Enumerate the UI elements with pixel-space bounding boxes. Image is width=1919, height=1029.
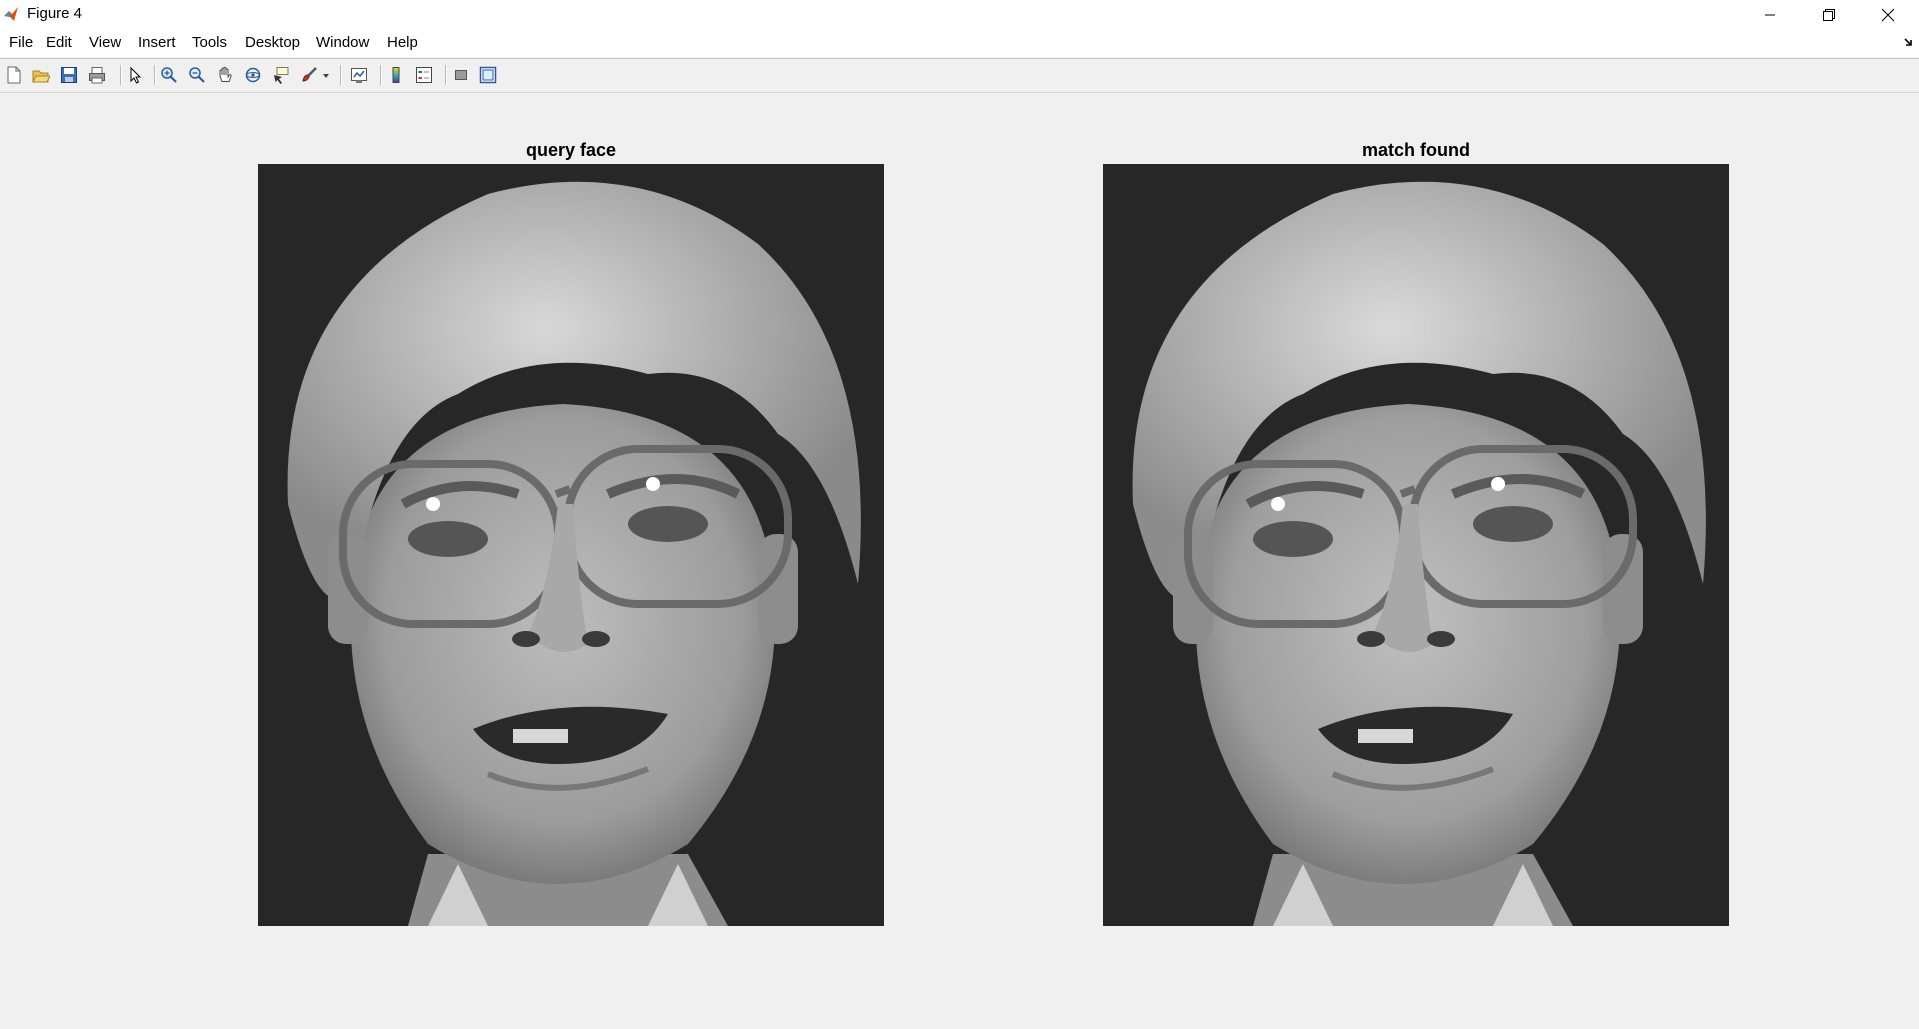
match-found-image xyxy=(1103,164,1729,926)
pan-button[interactable] xyxy=(214,64,236,86)
menu-window[interactable]: Window xyxy=(316,34,369,51)
menu-insert[interactable]: Insert xyxy=(138,34,176,51)
hide-plot-tools-button[interactable] xyxy=(450,64,472,86)
insert-legend-button[interactable] xyxy=(413,64,435,86)
minimize-icon xyxy=(1765,14,1775,15)
dock-arrow-icon[interactable] xyxy=(1903,37,1913,47)
restore-button[interactable] xyxy=(1801,0,1857,29)
toolbar-separator xyxy=(445,65,447,85)
menu-help[interactable]: Help xyxy=(387,34,418,51)
new-figure-button[interactable] xyxy=(3,64,25,86)
edit-plot-button[interactable] xyxy=(124,64,146,86)
window-title: Figure 4 xyxy=(27,5,83,22)
show-plot-tools-icon xyxy=(479,66,497,84)
data-cursor-button[interactable] xyxy=(270,64,292,86)
pan-hand-icon xyxy=(219,67,232,82)
edit-plot-arrow-icon xyxy=(130,66,142,84)
title-bar: Figure 4 xyxy=(0,0,1919,29)
rotate-3d-button[interactable] xyxy=(242,64,264,86)
face-photo xyxy=(1103,164,1729,926)
link-plot-icon xyxy=(351,68,367,83)
menu-tools[interactable]: Tools xyxy=(192,34,227,51)
figure-toolbar xyxy=(0,58,1919,93)
toolbar-separator xyxy=(154,65,156,85)
zoom-in-button[interactable] xyxy=(158,64,180,86)
print-button[interactable] xyxy=(86,64,108,86)
toolbar-separator xyxy=(120,65,122,85)
toolbar-separator xyxy=(340,65,342,85)
toolbar-separator xyxy=(380,65,382,85)
menu-desktop[interactable]: Desktop xyxy=(245,34,300,51)
menu-file[interactable]: File xyxy=(9,34,33,51)
insert-legend-icon xyxy=(416,67,432,83)
match-found-title: match found xyxy=(1362,140,1470,160)
query-face-image xyxy=(258,164,884,926)
rotate-3d-icon xyxy=(245,67,261,83)
restore-icon xyxy=(1823,8,1835,21)
face-photo xyxy=(258,164,884,926)
zoom-out-button[interactable] xyxy=(186,64,208,86)
open-file-button[interactable] xyxy=(30,64,52,86)
insert-colorbar-icon xyxy=(392,67,400,83)
matlab-icon xyxy=(4,7,18,21)
brush-button[interactable] xyxy=(298,64,320,86)
close-button[interactable] xyxy=(1860,0,1916,29)
zoom-in-icon xyxy=(161,67,177,83)
save-button[interactable] xyxy=(58,64,80,86)
link-plot-button[interactable] xyxy=(348,64,370,86)
menu-bar: File Edit View Insert Tools Desktop Wind… xyxy=(0,29,1919,57)
open-file-icon xyxy=(32,70,50,83)
minimize-button[interactable] xyxy=(1742,0,1798,29)
zoom-out-icon xyxy=(189,67,205,83)
brush-dropdown-arrow[interactable] xyxy=(323,74,329,78)
save-icon xyxy=(61,67,77,83)
print-icon xyxy=(89,67,105,84)
close-icon xyxy=(1881,8,1895,21)
data-cursor-icon xyxy=(274,67,289,84)
menu-edit[interactable]: Edit xyxy=(46,34,72,51)
new-figure-icon xyxy=(7,66,21,84)
insert-colorbar-button[interactable] xyxy=(385,64,407,86)
brush-icon xyxy=(302,67,317,82)
menu-view[interactable]: View xyxy=(89,34,121,51)
hide-plot-tools-icon xyxy=(455,70,467,80)
show-plot-tools-button[interactable] xyxy=(477,64,499,86)
query-face-title: query face xyxy=(525,140,617,160)
